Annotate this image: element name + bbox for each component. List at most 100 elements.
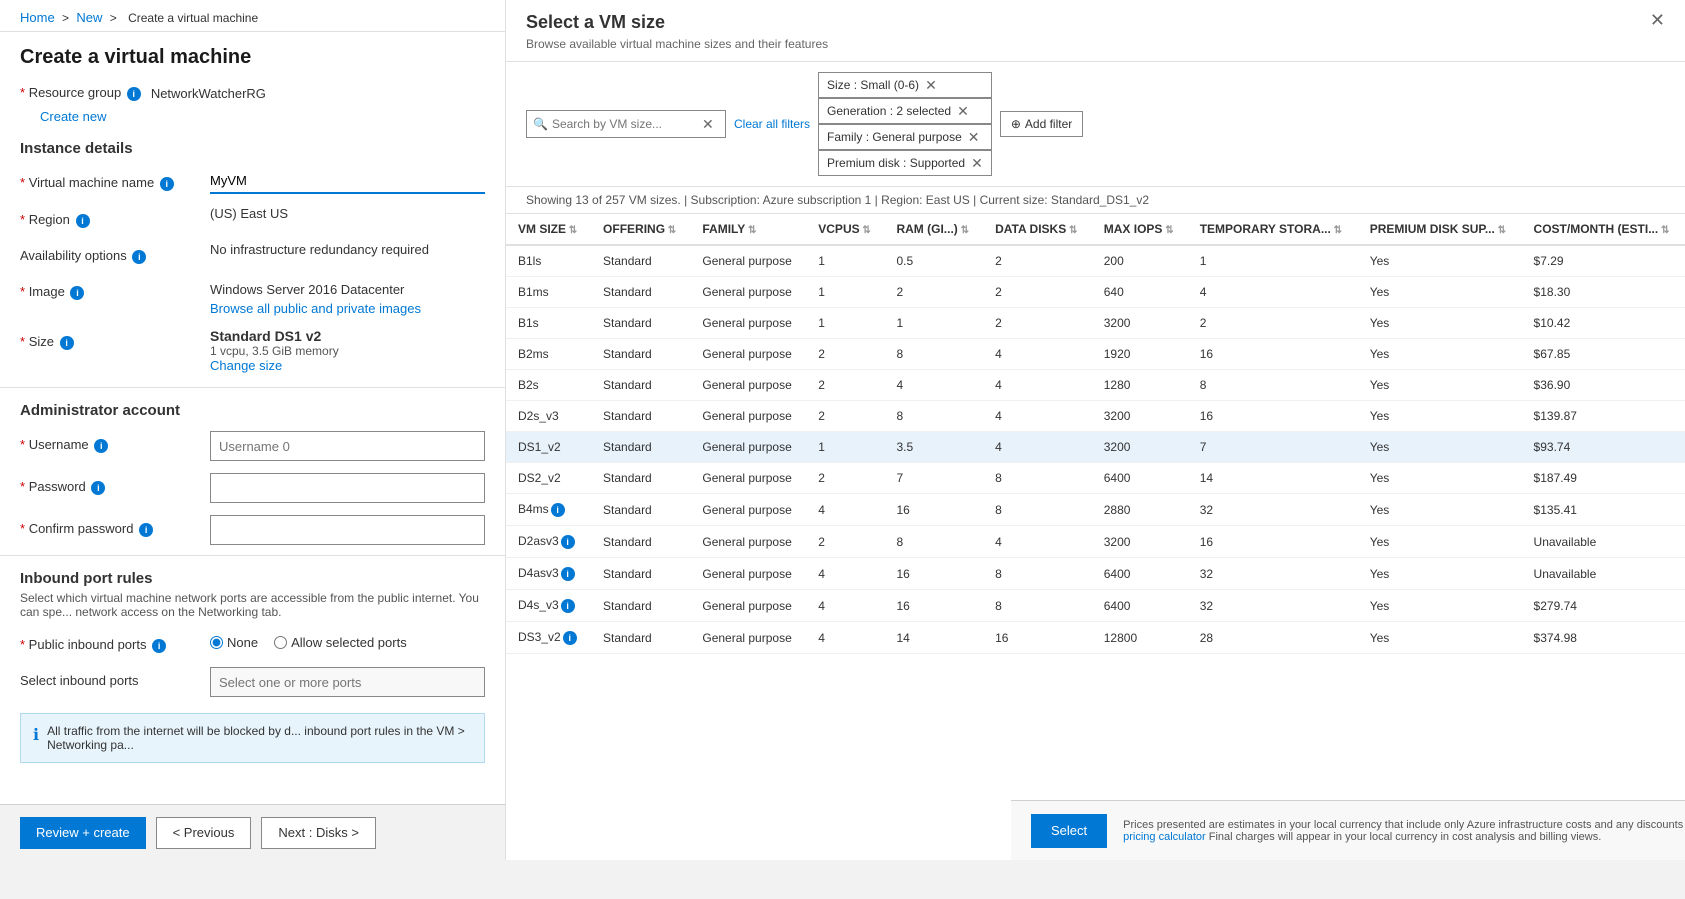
filter-chip-close-icon[interactable]: ✕: [971, 155, 983, 172]
row-info-icon[interactable]: i: [561, 535, 575, 549]
table-row[interactable]: D2asv3i Standard General purpose 2 8 4 3…: [506, 526, 1685, 558]
table-row[interactable]: B2s Standard General purpose 2 4 4 1280 …: [506, 370, 1685, 401]
image-info-icon[interactable]: i: [70, 286, 84, 300]
cell-temp-storage: 4: [1188, 277, 1358, 308]
col-temp-storage[interactable]: TEMPORARY STORA...: [1188, 214, 1358, 245]
cell-temp-storage: 32: [1188, 494, 1358, 526]
cell-offering: Standard: [591, 339, 690, 370]
cell-data-disks: 4: [983, 401, 1092, 432]
cell-cost: $374.98: [1522, 622, 1685, 654]
table-row[interactable]: B1s Standard General purpose 1 1 2 3200 …: [506, 308, 1685, 339]
confirm-password-field[interactable]: [210, 515, 485, 545]
availability-info-icon[interactable]: i: [132, 250, 146, 264]
public-inbound-label: * Public inbound ports i: [20, 631, 210, 653]
table-row[interactable]: DS3_v2i Standard General purpose 4 14 16…: [506, 622, 1685, 654]
select-inbound-ports-field[interactable]: [210, 667, 485, 697]
col-vcpus[interactable]: VCPUS: [806, 214, 884, 245]
table-row[interactable]: DS1_v2 Standard General purpose 1 3.5 4 …: [506, 432, 1685, 463]
vm-name-field[interactable]: [210, 169, 485, 194]
col-vm-size[interactable]: VM SIZE: [506, 214, 591, 245]
row-info-icon[interactable]: i: [561, 567, 575, 581]
radio-allow-selected[interactable]: Allow selected ports: [274, 635, 407, 650]
breadcrumb-home[interactable]: Home: [20, 10, 55, 25]
breadcrumb-new[interactable]: New: [76, 10, 102, 25]
col-max-iops[interactable]: MAX IOPS: [1092, 214, 1188, 245]
col-data-disks[interactable]: DATA DISKS: [983, 214, 1092, 245]
cell-family: General purpose: [690, 308, 806, 339]
table-row[interactable]: D2s_v3 Standard General purpose 2 8 4 32…: [506, 401, 1685, 432]
row-info-icon[interactable]: i: [563, 631, 577, 645]
filter-chip-premium_disk[interactable]: Premium disk : Supported✕: [818, 150, 992, 176]
table-row[interactable]: DS2_v2 Standard General purpose 2 7 8 64…: [506, 463, 1685, 494]
review-create-button[interactable]: Review + create: [20, 817, 146, 849]
table-row[interactable]: D4s_v3i Standard General purpose 4 16 8 …: [506, 590, 1685, 622]
cell-vm-size: B1ls: [506, 245, 591, 277]
password-info-icon[interactable]: i: [91, 481, 105, 495]
cell-cost: Unavailable: [1522, 526, 1685, 558]
vm-panel-header: Select a VM size Browse available virtua…: [506, 0, 1685, 62]
select-button[interactable]: Select: [1031, 814, 1107, 848]
username-field[interactable]: [210, 431, 485, 461]
row-info-icon[interactable]: i: [551, 503, 565, 517]
table-row[interactable]: B1ls Standard General purpose 1 0.5 2 20…: [506, 245, 1685, 277]
col-cost[interactable]: COST/MONTH (ESTI...: [1522, 214, 1685, 245]
cell-ram: 4: [884, 370, 983, 401]
add-filter-button[interactable]: ⊕ Add filter: [1000, 111, 1083, 137]
password-field[interactable]: [210, 473, 485, 503]
row-info-icon[interactable]: i: [561, 599, 575, 613]
size-name: Standard DS1 v2: [210, 328, 485, 344]
filter-chip-generation[interactable]: Generation : 2 selected✕: [818, 98, 992, 124]
cell-vm-size: D4asv3i: [506, 558, 591, 590]
resource-group-info-icon[interactable]: i: [127, 87, 141, 101]
filter-chip-close-icon[interactable]: ✕: [968, 129, 980, 146]
vm-name-input[interactable]: [210, 169, 485, 194]
filter-chip-close-icon[interactable]: ✕: [925, 77, 937, 94]
create-new-link[interactable]: Create new: [20, 107, 505, 126]
next-disks-button[interactable]: Next : Disks >: [261, 817, 376, 849]
vm-name-info-icon[interactable]: i: [160, 177, 174, 191]
vm-table-wrapper[interactable]: VM SIZE OFFERING FAMILY VCPUS RAM (GI...…: [506, 214, 1685, 814]
password-input[interactable]: [210, 473, 485, 503]
username-row: * Username i: [0, 425, 505, 467]
cell-cost: $279.74: [1522, 590, 1685, 622]
change-size-link[interactable]: Change size: [210, 358, 282, 373]
username-info-icon[interactable]: i: [94, 439, 108, 453]
col-ram[interactable]: RAM (GI...): [884, 214, 983, 245]
table-row[interactable]: B1ms Standard General purpose 1 2 2 640 …: [506, 277, 1685, 308]
col-premium-disk[interactable]: PREMIUM DISK SUP...: [1358, 214, 1522, 245]
vm-search-box[interactable]: 🔍 ✕: [526, 110, 726, 138]
cell-family: General purpose: [690, 432, 806, 463]
cell-vcpus: 1: [806, 432, 884, 463]
filter-chip-size[interactable]: Size : Small (0-6)✕: [818, 72, 992, 98]
vm-panel-close-button[interactable]: ✕: [1650, 10, 1665, 31]
table-row[interactable]: D4asv3i Standard General purpose 4 16 8 …: [506, 558, 1685, 590]
cell-offering: Standard: [591, 401, 690, 432]
cell-max-iops: 640: [1092, 277, 1188, 308]
username-input[interactable]: [210, 431, 485, 461]
previous-button[interactable]: < Previous: [156, 817, 252, 849]
cell-offering: Standard: [591, 526, 690, 558]
cell-premium-disk: Yes: [1358, 558, 1522, 590]
radio-none[interactable]: None: [210, 635, 258, 650]
cell-max-iops: 6400: [1092, 590, 1188, 622]
cell-offering: Standard: [591, 463, 690, 494]
table-row[interactable]: B4msi Standard General purpose 4 16 8 28…: [506, 494, 1685, 526]
filter-chip-family[interactable]: Family : General purpose✕: [818, 124, 992, 150]
col-family[interactable]: FAMILY: [690, 214, 806, 245]
search-clear-icon[interactable]: ✕: [702, 116, 714, 133]
table-row[interactable]: B2ms Standard General purpose 2 8 4 1920…: [506, 339, 1685, 370]
filter-chip-close-icon[interactable]: ✕: [957, 103, 969, 120]
browse-images-link[interactable]: Browse all public and private images: [210, 301, 421, 316]
vm-search-input[interactable]: [552, 117, 702, 131]
cell-premium-disk: Yes: [1358, 339, 1522, 370]
public-inbound-info-icon[interactable]: i: [152, 639, 166, 653]
confirm-password-input[interactable]: [210, 515, 485, 545]
region-info-icon[interactable]: i: [76, 214, 90, 228]
size-info-icon[interactable]: i: [60, 336, 74, 350]
inbound-ports-input[interactable]: [210, 667, 485, 697]
cell-vcpus: 2: [806, 463, 884, 494]
col-offering[interactable]: OFFERING: [591, 214, 690, 245]
confirm-password-info-icon[interactable]: i: [139, 523, 153, 537]
cell-offering: Standard: [591, 432, 690, 463]
clear-all-filters-link[interactable]: Clear all filters: [734, 117, 810, 131]
